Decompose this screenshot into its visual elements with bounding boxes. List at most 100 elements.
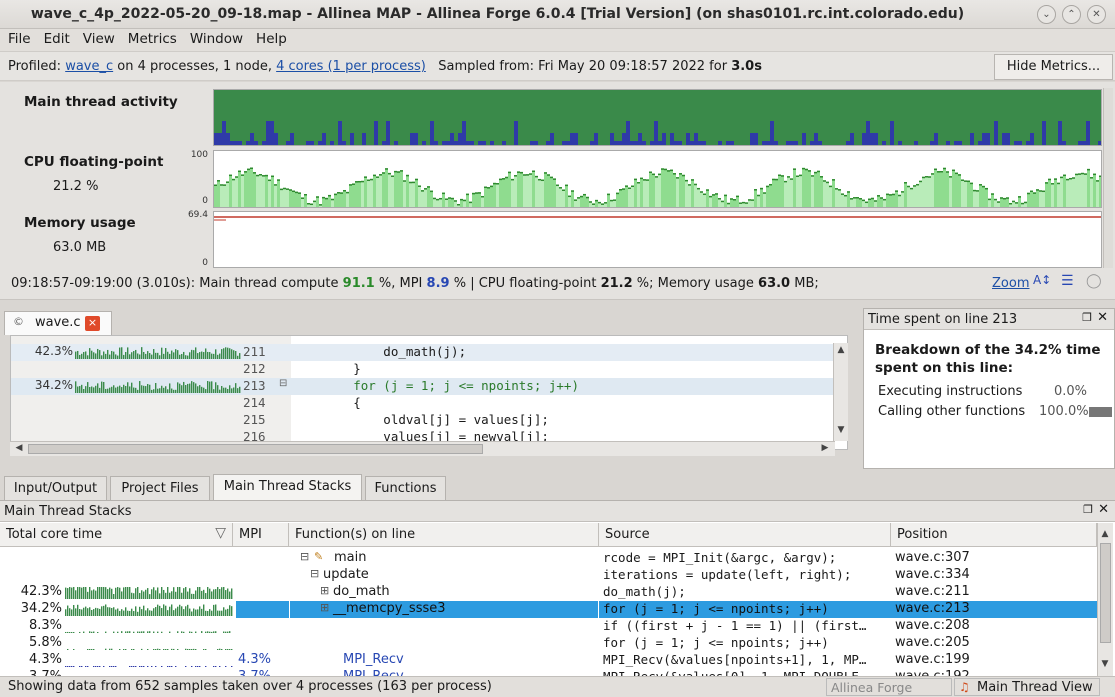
cpu-fp-bar [328,194,331,207]
stacks-scrollbar[interactable]: ▲ ▼ [1097,523,1113,677]
code-area[interactable]: 42.3% 211 do_math(j); 212 } 34.2% 213 for (j… [10,335,848,450]
scroll-thumb[interactable] [28,444,483,454]
program-link[interactable]: wave_c [65,59,113,74]
cpu-fp-peak [769,183,772,186]
reset-icon[interactable]: ◯ [1086,273,1102,289]
sparkline-bar [87,649,89,650]
main-thread-activity-strip[interactable] [213,89,1102,146]
editor-tab-wave-c[interactable]: © wave.c × [4,311,112,335]
scroll-right-icon[interactable]: ▶ [818,443,832,453]
cpu-fp-bar [919,180,922,207]
col-total-core-time[interactable]: Total core time ▽ [0,523,233,547]
stack-row[interactable]: 34.2% ⊞ __memcpy_ssse3 for (j = 1; j <= npo… [0,601,1097,618]
summary-mpi-label: %, MPI [378,276,423,291]
scroll-down-icon[interactable]: ▼ [1098,659,1112,669]
menu-help[interactable]: Help [248,29,292,47]
cpu-fp-peak [370,178,373,181]
sparkline-bar [115,666,117,667]
stack-row[interactable]: ⊟ update iterations = update(left, right);… [0,567,1097,584]
fold-icon[interactable]: ⊟ [279,378,287,389]
zoom-link[interactable]: Zoom [992,276,1029,291]
scroll-up-icon[interactable]: ▲ [1098,529,1112,539]
cpu-fp-bar [268,179,271,207]
close-panel-icon[interactable]: ✕ [1098,502,1109,517]
scroll-thumb[interactable] [1100,543,1111,643]
float-icon[interactable]: ❐ [1082,311,1092,324]
mpi-activity-bar [446,141,450,145]
scroll-left-icon[interactable]: ◀ [12,443,26,453]
sparkline-bar [199,352,201,359]
sparkline-bar [157,604,159,616]
sparkline-bar [103,381,105,393]
collapse-icon[interactable]: ⊟ [300,550,309,563]
sparkline-bar [219,610,221,616]
zoom-vertical-icon[interactable]: A↕ [1033,273,1051,287]
expand-icon[interactable]: ⊞ [320,584,329,597]
sort-icon[interactable]: ▽ [215,525,226,541]
menu-file[interactable]: File [0,29,36,47]
main-thread-view-button[interactable]: ♫ Main Thread View [954,678,1100,696]
metrics-scrollbar[interactable] [1103,88,1113,268]
code-line[interactable]: 34.2% 213 for (j = 1; j <= npoints; j++) [11,378,847,395]
close-button[interactable]: ✕ [1087,5,1106,24]
cores-link[interactable]: 4 cores (1 per process) [276,59,426,74]
sparkline-bar [205,348,207,359]
float-icon[interactable]: ❐ [1083,503,1093,516]
stack-row[interactable]: 5.8% for (j = 1; j <= npoints; j++) wave.c… [0,635,1097,652]
cpu-fp-peak [841,193,844,195]
stack-row[interactable]: 4.3% 4.3% MPI_Recv MPI_Recv(&values[npoints… [0,652,1097,669]
tab-input-output[interactable]: Input/Output [4,476,107,500]
tab-functions[interactable]: Functions [365,476,446,500]
menu-metrics[interactable]: Metrics [120,29,182,47]
collapse-icon[interactable]: ⊟ [310,567,319,580]
code-line[interactable]: 214 { [11,395,847,412]
cpu-fp-peak [529,173,532,175]
sparkline-bar [237,388,239,393]
cpu-fp-peak [1048,178,1051,181]
expand-icon[interactable]: ⊞ [320,601,329,614]
stack-row[interactable]: 8.3% if ((first + j - 1 == 1) || (first… w… [0,618,1097,635]
menu-view[interactable]: View [75,29,120,47]
col-source[interactable]: Source [599,523,891,547]
sparkline-bar [185,606,187,616]
hide-metrics-button[interactable]: Hide Metrics... [994,54,1113,80]
cpu-fp-bar [352,183,355,207]
memory-strip[interactable] [213,211,1102,268]
cpu-fp-bar [1006,197,1009,207]
sparkline-bar [131,649,133,650]
stack-row[interactable]: ⊟ ✎ main rcode = MPI_Init(&argc, &argv); wav… [0,550,1097,567]
mpi-activity-bar [958,141,962,145]
col-functions[interactable]: Function(s) on line [289,523,599,547]
scroll-down-icon[interactable]: ▼ [834,425,848,435]
code-horizontal-scrollbar[interactable]: ◀ ▶ [10,441,835,456]
stack-row[interactable]: 42.3% ⊞ do_math do_math(j); wave.c:211 [0,584,1097,601]
close-panel-icon[interactable]: ✕ [1097,310,1108,325]
sparkline-bar [131,592,133,599]
cpu-fp-strip[interactable] [213,150,1102,208]
tab-project-files[interactable]: Project Files [110,476,210,500]
menu-edit[interactable]: Edit [36,29,75,47]
col-mpi[interactable]: MPI [233,523,289,547]
mpi-activity-bar [726,141,730,145]
maximize-button[interactable]: ⌃ [1062,5,1081,24]
cpu-fp-peak [877,195,880,197]
code-line[interactable]: 215 oldval[j] = values[j]; [11,412,847,429]
scroll-up-icon[interactable]: ▲ [834,345,848,355]
close-tab-icon[interactable]: × [85,316,100,331]
cpu-fp-peak [652,173,655,176]
cpu-fp-peak [967,180,970,183]
cpu-fp-bar [934,168,937,207]
minimize-button[interactable]: ⌄ [1037,5,1056,24]
code-line[interactable]: 212 } [11,361,847,378]
tab-main-thread-stacks[interactable]: Main Thread Stacks [213,474,362,500]
code-vertical-scrollbar[interactable]: ▲ ▼ [833,343,848,441]
bottom-tabs: Input/Output Project Files Main Thread S… [0,474,1115,500]
sparkline-bar [91,631,93,633]
menu-window[interactable]: Window [182,29,248,47]
sparkline-bar [153,608,155,616]
sparkline-bar [121,631,123,633]
list-icon[interactable]: ☰ [1061,273,1074,289]
code-line[interactable]: 42.3% 211 do_math(j); [11,344,847,361]
col-position[interactable]: Position [891,523,1097,547]
sparkline-bar [87,382,89,393]
